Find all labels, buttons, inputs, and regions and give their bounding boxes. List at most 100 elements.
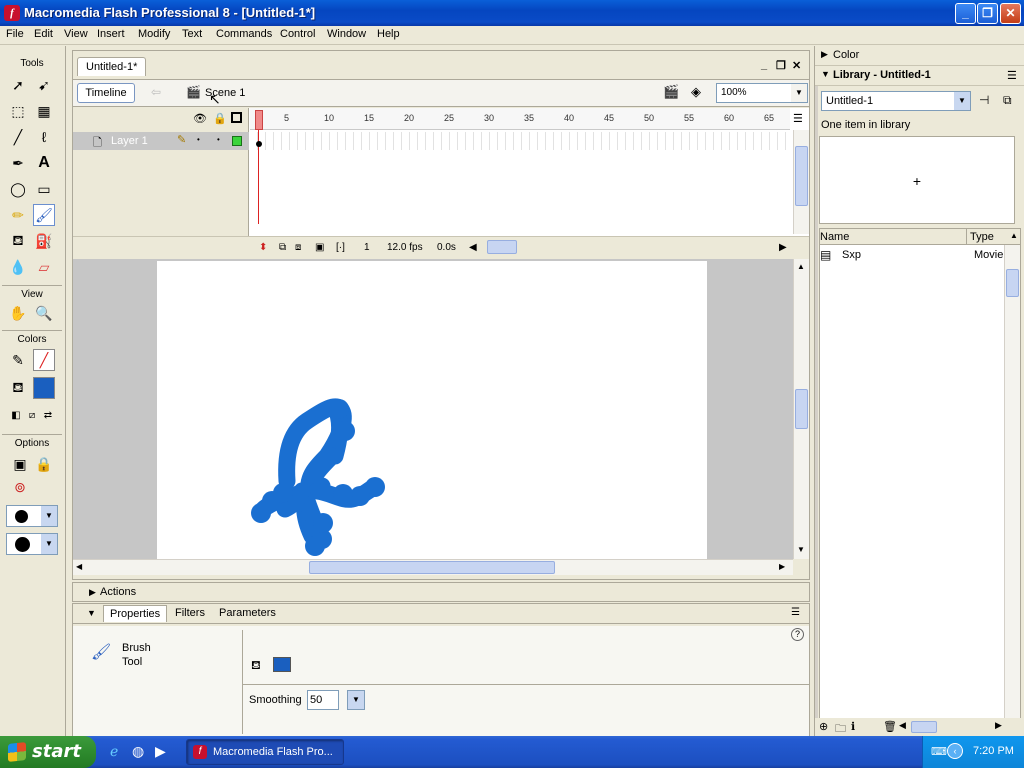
scroll-down-icon[interactable]: ▼ [797,545,805,554]
delete-item-icon[interactable]: 🗑 [883,720,897,733]
tab-filters[interactable]: Filters [175,607,205,619]
brush-dab[interactable] [273,483,293,503]
color-panel-label[interactable]: Color [833,49,859,61]
brush-stroke-drawing[interactable] [157,261,707,559]
fill-color-swatch[interactable] [33,377,55,399]
free-transform-tool-icon[interactable]: ⬚ [7,100,29,122]
object-drawing-icon[interactable]: ▣ [9,453,31,475]
oval-tool-icon[interactable]: ◯ [7,178,29,200]
library-item-name[interactable]: Sxp [842,249,861,261]
library-document-select[interactable]: Untitled-1 ▼ [821,91,971,111]
tab-properties[interactable]: Properties [103,605,168,622]
subselection-tool-icon[interactable]: ➹ [33,74,55,96]
pencil-tool-icon[interactable]: ✏ [7,204,29,226]
scroll-right-icon[interactable]: ▶ [995,720,1002,731]
stroke-color-icon[interactable]: ✎ [7,349,29,371]
library-panel-label[interactable]: Library - Untitled-1 [833,69,931,81]
menu-control[interactable]: Control [280,28,315,40]
timeline-vscroll[interactable] [793,130,809,234]
center-frame-icon[interactable]: ⬍ [259,242,267,253]
expand-triangle-icon[interactable]: ▶ [821,49,828,60]
lock-dot-icon[interactable]: • [217,135,220,144]
brush-dab[interactable] [333,484,353,504]
media-player-icon[interactable]: ▶ [155,743,166,760]
collapse-triangle-icon[interactable]: ▼ [821,69,830,79]
flash-app-icon[interactable]: f [4,5,20,21]
library-hscroll-thumb[interactable] [911,721,937,733]
doc-minimize-button[interactable]: _ [761,59,767,71]
stroke-color-swatch[interactable]: ╱ [33,349,55,371]
menu-commands[interactable]: Commands [216,28,272,40]
keyboard-icon[interactable]: ⌨ [931,745,947,758]
doc-close-button[interactable]: ✕ [792,59,801,72]
internet-explorer-icon[interactable]: ℯ [110,743,118,760]
actions-panel-header[interactable]: ▶ Actions [72,582,810,602]
ink-bottle-tool-icon[interactable]: ⛾ [7,230,29,252]
sort-icon[interactable]: ▲ [1010,231,1018,240]
onion-skin-icon[interactable]: ⧉ [279,242,286,253]
brush-dab[interactable] [305,536,325,556]
zoom-select[interactable]: 100% ▼ [716,83,808,103]
playhead[interactable] [255,110,263,224]
modify-markers-icon[interactable]: [·] [336,242,345,253]
smoothing-input[interactable] [307,690,339,710]
brush-dab[interactable] [313,513,333,533]
fill-color-icon[interactable]: ⛾ [7,377,29,399]
edit-multiple-frames-icon[interactable]: ▣ [315,242,324,253]
close-button[interactable]: ✕ [1000,3,1021,24]
stage-hscroll-thumb[interactable] [309,561,555,574]
quicklaunch-icon[interactable]: ◍ [132,743,144,760]
stage-hscroll[interactable]: ◀ ▶ [73,559,793,575]
layer-name[interactable]: Layer 1 [111,135,148,147]
taskbar-item-flash[interactable]: f Macromedia Flash Pro... [186,739,344,765]
layer-row[interactable]: 🗋 Layer 1 ✎ • • [73,132,249,150]
back-arrow-icon[interactable]: ⇦ [151,85,161,99]
clock[interactable]: 7:20 PM [973,745,1014,757]
library-vscroll[interactable] [1004,245,1020,719]
menu-modify[interactable]: Modify [138,28,170,40]
stage-canvas[interactable] [157,261,707,559]
brush-dab[interactable] [329,399,349,419]
scroll-left-icon[interactable]: ◀ [899,720,906,731]
timeline-button[interactable]: Timeline [77,83,135,103]
document-tab[interactable]: Untitled-1* [77,57,147,76]
start-button[interactable]: start [0,736,96,768]
stage-vscroll[interactable]: ▲ ▼ [793,259,809,559]
playhead-marker[interactable] [255,110,263,130]
gradient-transform-tool-icon[interactable]: ▦ [33,100,55,122]
brush-dab[interactable] [350,486,370,506]
timeline-scroll-right-icon[interactable]: ▶ [779,242,787,253]
new-symbol-icon[interactable]: ⊕ [819,720,828,733]
show-hidden-icons-icon[interactable]: ‹ [947,743,963,759]
edit-scene-icon[interactable]: 🎬 [663,84,679,100]
scroll-up-icon[interactable]: ▲ [797,262,805,271]
menu-file[interactable]: File [6,28,24,40]
frames-row[interactable] [250,132,790,150]
scroll-left-icon[interactable]: ◀ [76,562,82,571]
menu-help[interactable]: Help [377,28,400,40]
selection-tool-icon[interactable]: ➚ [7,74,29,96]
brush-tool-icon[interactable]: 🖌 [33,204,55,226]
brush-mode-icon[interactable]: ⊚ [9,476,31,498]
fill-color-swatch[interactable] [273,657,291,672]
hand-tool-icon[interactable]: ✋ [7,302,29,324]
panel-menu-icon[interactable]: ☰ [1007,69,1017,82]
rectangle-tool-icon[interactable]: ▭ [33,178,55,200]
brush-dab[interactable] [335,421,355,441]
brush-size-select[interactable]: ▼ [6,505,58,527]
library-item-row[interactable]: ▤ Sxp Movie c [820,247,1012,265]
menu-window[interactable]: Window [327,28,366,40]
frame-rate[interactable]: 12.0 fps [387,242,423,253]
menu-insert[interactable]: Insert [97,28,125,40]
library-panel-header[interactable]: ▼ Library - Untitled-1 ☰ [815,66,1024,86]
new-library-panel-icon[interactable]: ⧉ [1003,93,1012,108]
tab-parameters[interactable]: Parameters [219,607,276,619]
eyedropper-tool-icon[interactable]: 💧 [7,256,29,278]
panel-menu-icon[interactable]: ☰ [791,607,800,618]
color-panel-header[interactable]: ▶ Color [815,46,1024,66]
actions-label[interactable]: Actions [100,586,136,598]
column-divider[interactable] [966,229,967,245]
outline-icon[interactable] [231,112,242,123]
expand-triangle-icon[interactable]: ▶ [89,587,96,598]
brush-shape-select[interactable]: ▼ [6,533,58,555]
